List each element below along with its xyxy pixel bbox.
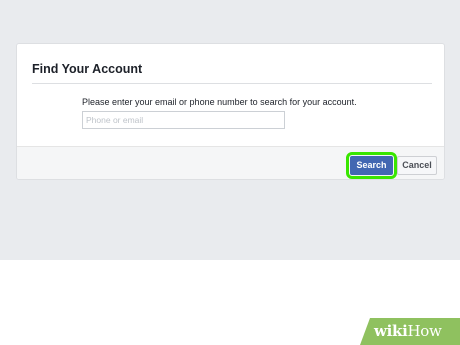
- watermark-text: wikiHow: [374, 322, 442, 340]
- page-background: Find Your Account Please enter your emai…: [0, 0, 460, 260]
- dialog-prompt: Please enter your email or phone number …: [82, 97, 357, 107]
- email-or-phone-input[interactable]: [82, 111, 285, 129]
- dialog-title: Find Your Account: [32, 62, 143, 76]
- watermark-wiki: wiki: [374, 322, 408, 340]
- watermark-how: How: [407, 322, 442, 340]
- cancel-button[interactable]: Cancel: [397, 156, 437, 175]
- title-divider: [32, 83, 432, 84]
- wikihow-watermark: wikiHow: [360, 318, 460, 345]
- search-button[interactable]: Search: [346, 152, 397, 179]
- dialog-footer: Search Cancel: [17, 146, 444, 179]
- find-account-dialog: Find Your Account Please enter your emai…: [16, 43, 445, 180]
